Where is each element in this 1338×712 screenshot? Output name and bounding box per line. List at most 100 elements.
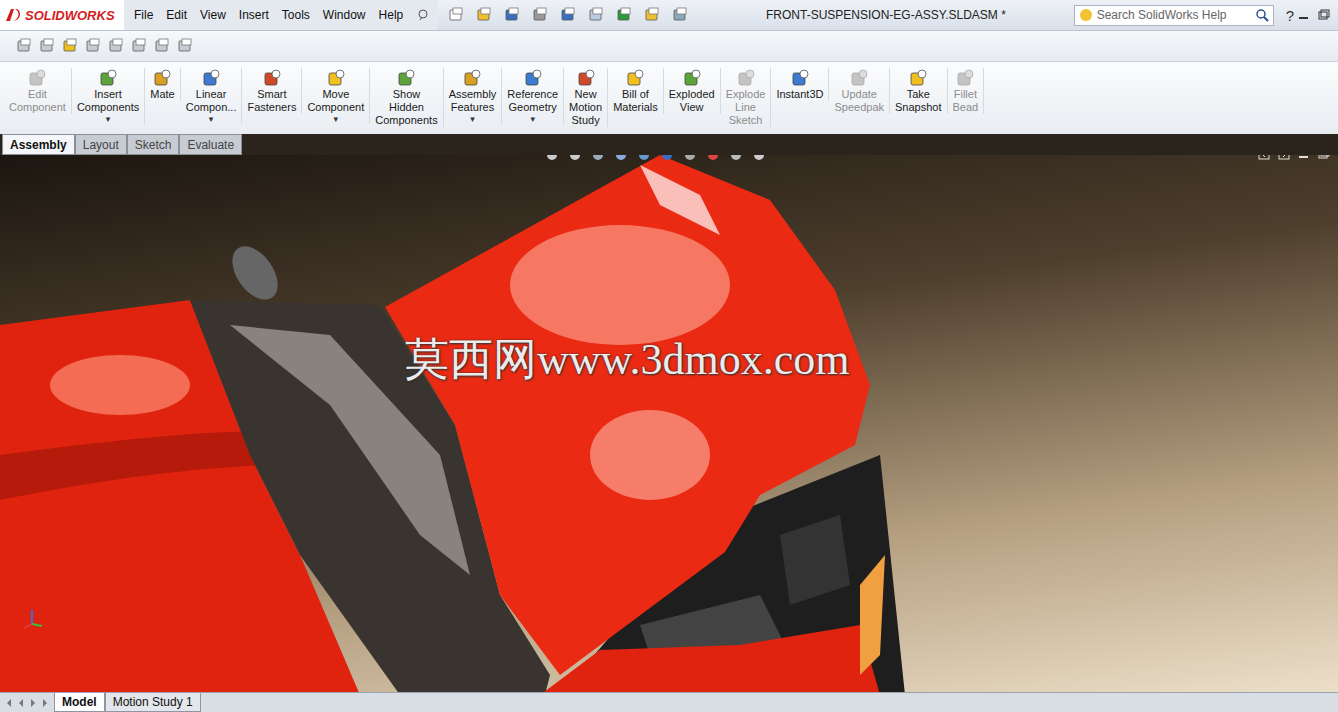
ds-logo-icon xyxy=(4,7,22,23)
pin-icon[interactable] xyxy=(416,8,430,22)
menu-item[interactable]: File xyxy=(134,8,153,22)
ribbon-button[interactable]: AssemblyFeatures▾ xyxy=(444,68,503,124)
ribbon-button[interactable]: MoveComponent▾ xyxy=(302,68,370,124)
view-settings-icon[interactable] xyxy=(752,155,766,162)
undo-icon[interactable] xyxy=(560,7,576,23)
hide-show-icon[interactable] xyxy=(683,155,697,162)
logo[interactable]: SOLIDWORKS xyxy=(0,0,124,30)
first-tab-icon[interactable] xyxy=(4,697,14,709)
command-tab[interactable]: Sketch xyxy=(127,134,180,155)
restore-icon[interactable] xyxy=(1318,9,1330,21)
minimize-icon[interactable] xyxy=(1298,9,1310,21)
dropdown-arrow[interactable]: ▾ xyxy=(334,114,339,124)
menu-item[interactable]: Tools xyxy=(282,8,310,22)
command-icon xyxy=(736,68,756,88)
pin-toolbar-icon[interactable] xyxy=(16,38,32,54)
command-icon xyxy=(396,68,416,88)
ribbon-button[interactable]: LinearCompon...▾ xyxy=(181,68,243,124)
ribbon-button[interactable]: FilletBead xyxy=(948,68,985,114)
dropdown-arrow[interactable]: ▾ xyxy=(106,114,111,124)
ribbon-button[interactable]: TakeSnapshot xyxy=(890,68,947,114)
command-icon xyxy=(908,68,928,88)
ribbon-button[interactable]: Mate xyxy=(145,68,180,101)
open-icon[interactable] xyxy=(476,7,492,23)
dropdown-arrow[interactable]: ▾ xyxy=(470,114,475,124)
previous-tab-icon[interactable] xyxy=(16,697,26,709)
watermark: 莫西网www.3dmox.com xyxy=(405,330,849,389)
select-icon[interactable] xyxy=(588,7,604,23)
viewport-restore-icon[interactable] xyxy=(1318,155,1330,160)
print-icon[interactable] xyxy=(532,7,548,23)
display-style-icon[interactable] xyxy=(660,155,674,162)
view-orientation-icon[interactable] xyxy=(637,155,651,162)
tile-left-icon[interactable] xyxy=(1258,155,1270,160)
bottom-tab[interactable]: Motion Study 1 xyxy=(105,693,201,712)
command-icon xyxy=(955,68,975,88)
new-file-icon[interactable] xyxy=(448,7,464,23)
command-tab[interactable]: Evaluate xyxy=(179,134,242,155)
ribbon-button[interactable]: EditComponent xyxy=(4,68,72,114)
zoom-area-icon[interactable] xyxy=(568,155,582,162)
dropdown-arrow[interactable]: ▾ xyxy=(530,114,535,124)
component-icon[interactable] xyxy=(85,38,101,54)
drawing-icon[interactable] xyxy=(108,38,124,54)
help-button[interactable]: ? xyxy=(1282,7,1298,24)
save-icon[interactable] xyxy=(504,7,520,23)
edit-appearance-icon[interactable] xyxy=(706,155,720,162)
ribbon-button[interactable]: Instant3D xyxy=(771,68,829,101)
command-icon xyxy=(462,68,482,88)
next-tab-icon[interactable] xyxy=(28,697,38,709)
apply-scene-icon[interactable] xyxy=(729,155,743,162)
file-properties-icon[interactable] xyxy=(672,7,688,23)
print-icon[interactable] xyxy=(131,38,147,54)
ribbon-button[interactable]: ShowHiddenComponents xyxy=(370,68,443,127)
rebuild-icon[interactable] xyxy=(616,7,632,23)
magnifier-icon[interactable] xyxy=(1255,8,1269,22)
ribbon-button[interactable]: UpdateSpeedpak xyxy=(829,68,890,114)
command-tabs: AssemblyLayoutSketchEvaluate xyxy=(0,134,1338,155)
menu-item[interactable]: Insert xyxy=(239,8,269,22)
ribbon-button[interactable]: Bill ofMaterials xyxy=(608,68,664,114)
ribbon-button[interactable]: ExplodeLineSketch xyxy=(721,68,772,127)
ribbon-button[interactable]: ExplodedView xyxy=(664,68,721,114)
command-tab[interactable]: Assembly xyxy=(2,134,75,155)
measure-icon[interactable] xyxy=(154,38,170,54)
ribbon-button[interactable]: InsertComponents▾ xyxy=(72,68,145,124)
menu-item[interactable]: Help xyxy=(379,8,404,22)
command-icon xyxy=(262,68,282,88)
ribbon-button[interactable]: ReferenceGeometry▾ xyxy=(502,68,564,124)
tile-right-icon[interactable] xyxy=(1278,155,1290,160)
menu-item[interactable]: Window xyxy=(323,8,366,22)
folder-icon[interactable] xyxy=(62,38,78,54)
command-icon xyxy=(682,68,702,88)
previous-view-icon[interactable] xyxy=(591,155,605,162)
section-view-icon[interactable] xyxy=(614,155,628,162)
car-model-icon xyxy=(0,155,1338,692)
ribbon-button[interactable]: NewMotionStudy xyxy=(564,68,608,127)
ribbon-button[interactable]: SmartFasteners xyxy=(242,68,302,114)
help-search-icon xyxy=(1079,8,1093,22)
properties-icon[interactable] xyxy=(39,38,55,54)
axis-triad-icon xyxy=(22,606,46,632)
command-icon xyxy=(790,68,810,88)
command-icon xyxy=(523,68,543,88)
zoom-to-fit-icon[interactable] xyxy=(545,155,559,162)
heads-up-view-toolbar xyxy=(545,155,766,162)
command-icon xyxy=(98,68,118,88)
search-box[interactable]: Search SolidWorks Help xyxy=(1074,5,1274,26)
menu-item[interactable]: Edit xyxy=(166,8,187,22)
command-manager: EditComponentInsertComponents▾MateLinear… xyxy=(0,62,1338,134)
last-tab-icon[interactable] xyxy=(40,697,50,709)
bottom-tab-bar: ModelMotion Study 1 xyxy=(0,692,1338,712)
viewport-minimize-icon[interactable] xyxy=(1298,155,1310,160)
dropdown-arrow[interactable]: ▾ xyxy=(209,114,214,124)
command-icon xyxy=(849,68,869,88)
options-icon[interactable] xyxy=(644,7,660,23)
graphics-area[interactable]: 莫西网www.3dmox.com xyxy=(0,155,1338,692)
bottom-tab[interactable]: Model xyxy=(54,693,105,712)
tools-icon[interactable] xyxy=(177,38,193,54)
menu-item[interactable]: View xyxy=(200,8,226,22)
document-title: FRONT-SUSPENSION-EG-ASSY.SLDASM * xyxy=(698,8,1073,22)
secondary-toolbar xyxy=(0,31,1338,62)
command-tab[interactable]: Layout xyxy=(75,134,127,155)
